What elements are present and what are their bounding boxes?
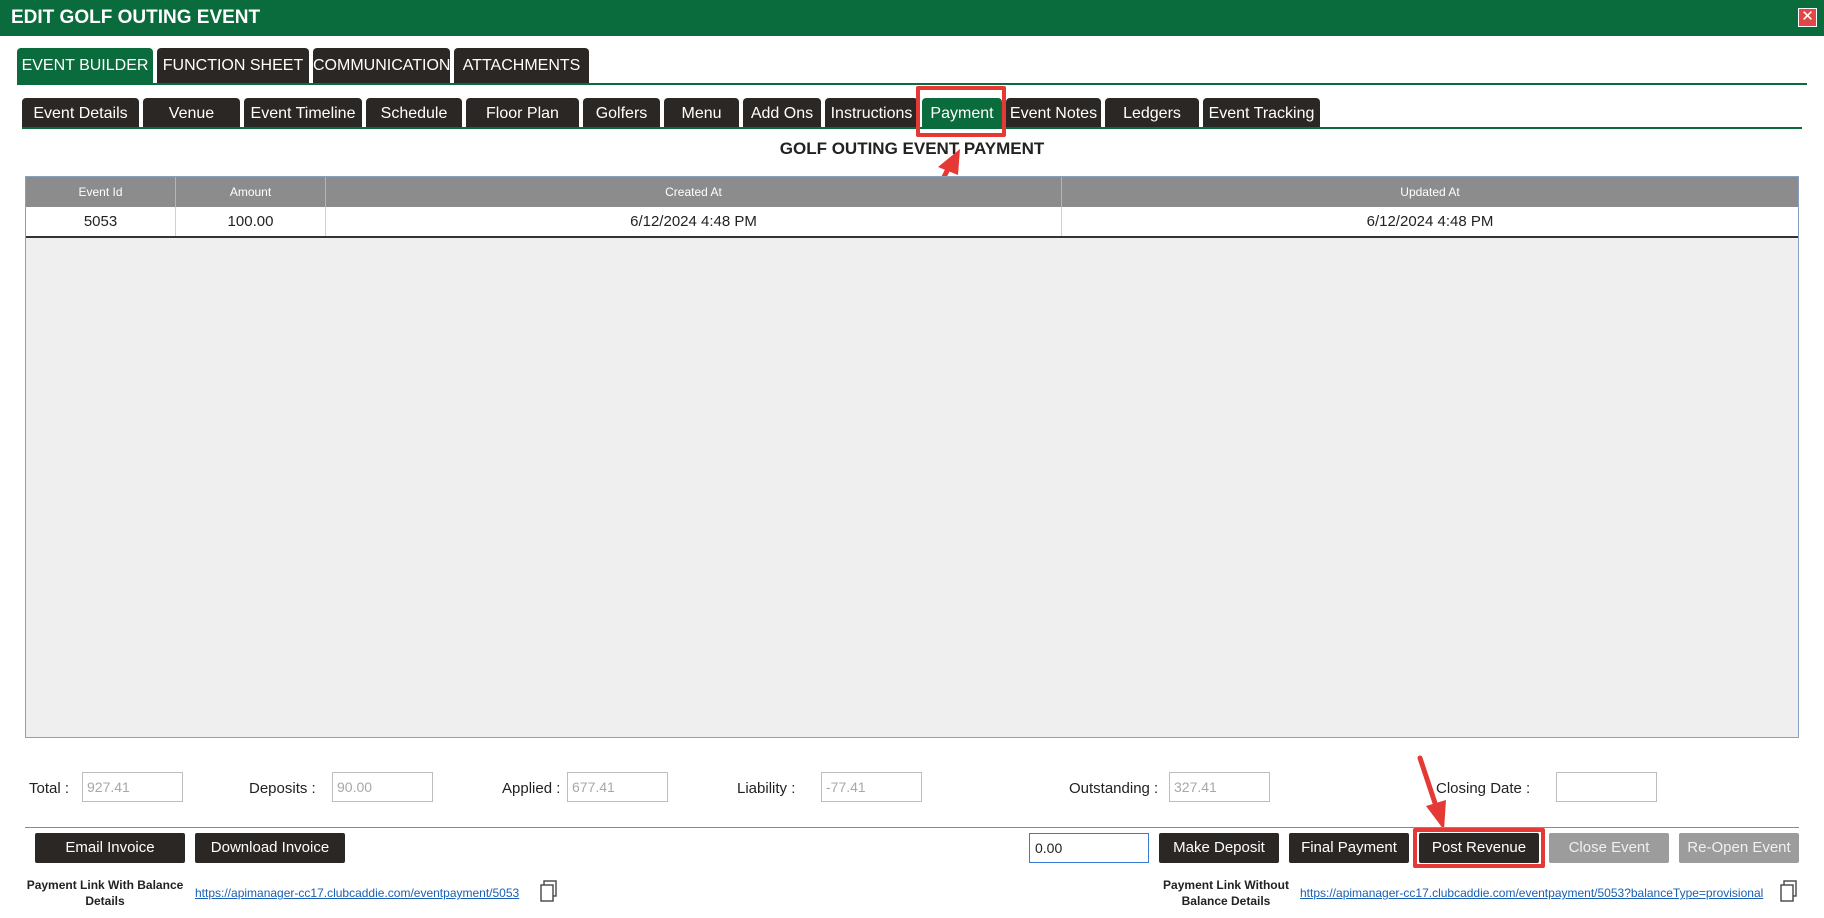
subtab-event-details[interactable]: Event Details	[22, 98, 139, 129]
copy-icon[interactable]	[1780, 880, 1798, 902]
link-without-balance-label: Payment Link Without Balance Details	[1163, 878, 1289, 908]
subtab-event-tracking[interactable]: Event Tracking	[1203, 98, 1320, 129]
final-payment-button[interactable]: Final Payment	[1289, 833, 1409, 863]
cell-created-at: 6/12/2024 4:48 PM	[326, 207, 1062, 236]
cell-event-id: 5053	[26, 207, 176, 236]
window-title: EDIT GOLF OUTING EVENT	[11, 7, 261, 28]
tab-communication[interactable]: COMMUNICATION	[313, 48, 450, 84]
subtab-ledgers[interactable]: Ledgers	[1105, 98, 1199, 129]
subtab-golfers[interactable]: Golfers	[583, 98, 660, 129]
grid-header: Event Id Amount Created At Updated At	[26, 177, 1798, 207]
total-label: Total :	[29, 780, 70, 797]
subtab-event-notes[interactable]: Event Notes	[1006, 98, 1101, 129]
subtab-floor-plan[interactable]: Floor Plan	[466, 98, 579, 129]
column-header-updated-at[interactable]: Updated At	[1062, 177, 1798, 207]
close-event-button[interactable]: Close Event	[1549, 833, 1669, 863]
column-header-created-at[interactable]: Created At	[326, 177, 1062, 207]
tab-function-sheet[interactable]: FUNCTION SHEET	[157, 48, 309, 84]
closing-date-field[interactable]	[1556, 772, 1657, 802]
link-with-balance[interactable]: https://apimanager-cc17.clubcaddie.com/e…	[195, 886, 519, 900]
closing-date-label: Closing Date :	[1436, 780, 1531, 797]
table-row[interactable]: 5053 100.00 6/12/2024 4:48 PM 6/12/2024 …	[26, 207, 1798, 238]
sub-tab-underline	[22, 127, 1802, 129]
download-invoice-button[interactable]: Download Invoice	[195, 833, 345, 863]
outstanding-field: 327.41	[1169, 772, 1270, 802]
tab-event-builder[interactable]: EVENT BUILDER	[17, 48, 153, 84]
applied-label: Applied :	[502, 780, 561, 797]
subtab-schedule[interactable]: Schedule	[366, 98, 462, 129]
applied-field: 677.41	[567, 772, 668, 802]
deposits-field: 90.00	[332, 772, 433, 802]
outstanding-label: Outstanding :	[1069, 780, 1159, 797]
subtab-event-timeline[interactable]: Event Timeline	[244, 98, 362, 129]
link-without-balance[interactable]: https://apimanager-cc17.clubcaddie.com/e…	[1300, 886, 1763, 900]
liability-field: -77.41	[821, 772, 922, 802]
main-tab-underline	[17, 83, 1807, 85]
window-title-bar: EDIT GOLF OUTING EVENT ✕	[0, 0, 1824, 36]
subtab-venue[interactable]: Venue	[143, 98, 240, 129]
post-revenue-highlight	[1413, 828, 1545, 868]
close-icon[interactable]: ✕	[1798, 8, 1817, 27]
subtab-add-ons[interactable]: Add Ons	[743, 98, 821, 129]
subtab-menu[interactable]: Menu	[664, 98, 739, 129]
liability-label: Liability :	[737, 780, 796, 797]
link-with-balance-label: Payment Link With Balance Details	[26, 878, 184, 908]
payment-amount-input[interactable]: 0.00	[1029, 833, 1149, 863]
cell-amount: 100.00	[176, 207, 326, 236]
deposits-label: Deposits :	[249, 780, 316, 797]
section-title: GOLF OUTING EVENT PAYMENT	[779, 139, 1045, 158]
make-deposit-button[interactable]: Make Deposit	[1159, 833, 1279, 863]
email-invoice-button[interactable]: Email Invoice	[35, 833, 185, 863]
reopen-event-button[interactable]: Re-Open Event	[1679, 833, 1799, 863]
tab-attachments[interactable]: ATTACHMENTS	[454, 48, 589, 84]
payments-grid: Event Id Amount Created At Updated At 50…	[25, 176, 1799, 738]
annotation-arrow-post-revenue	[1417, 755, 1446, 830]
copy-icon[interactable]	[540, 880, 558, 902]
payment-tab-highlight	[916, 86, 1006, 137]
subtab-instructions[interactable]: Instructions	[825, 98, 918, 129]
total-field: 927.41	[82, 772, 183, 802]
column-header-event-id[interactable]: Event Id	[26, 177, 176, 207]
column-header-amount[interactable]: Amount	[176, 177, 326, 207]
cell-updated-at: 6/12/2024 4:48 PM	[1366, 213, 1494, 230]
